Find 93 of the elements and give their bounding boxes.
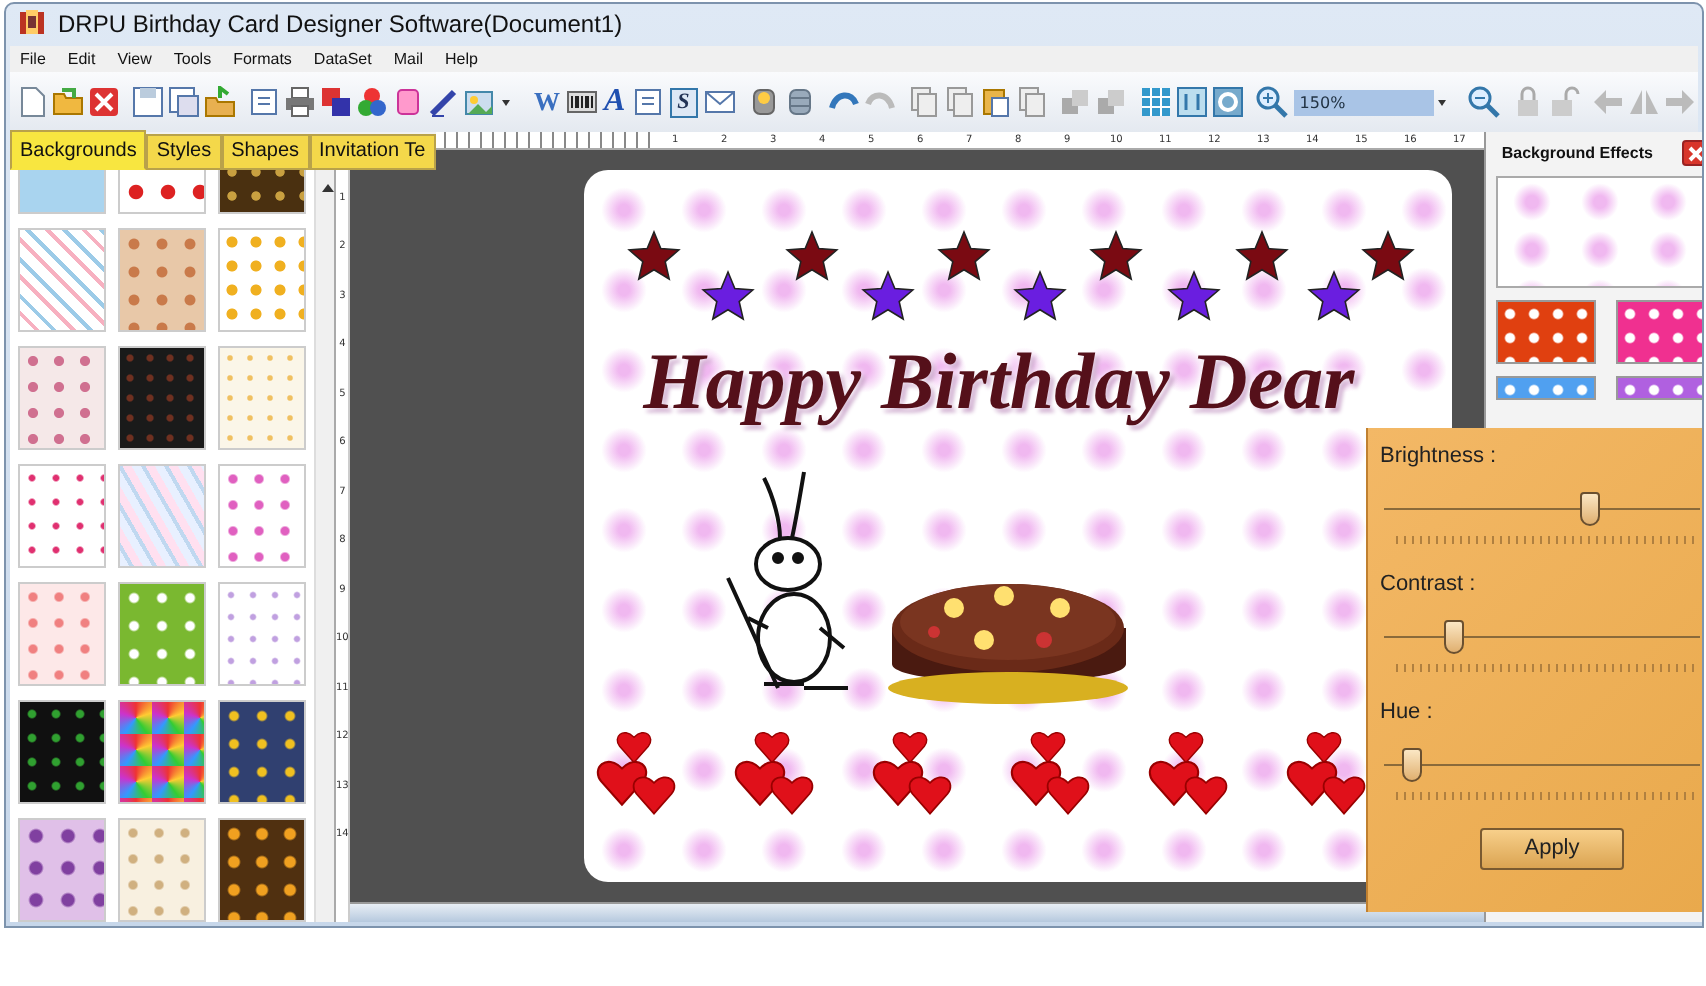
pattern-thumbnail[interactable] — [1495, 375, 1596, 400]
menu-item[interactable]: Edit — [57, 50, 108, 69]
menu-item[interactable]: DataSet — [303, 50, 384, 69]
star — [861, 269, 916, 321]
star — [701, 269, 756, 321]
pattern-thumbnail[interactable] — [18, 581, 106, 686]
arrange-icon[interactable] — [1059, 86, 1092, 119]
panel-title: Background Effects — [1499, 144, 1653, 163]
hearts-drawing — [1286, 732, 1366, 815]
folder-arrow-icon[interactable] — [204, 86, 236, 119]
hearts-drawing — [734, 732, 814, 815]
card-heading: Happy Birthday Dear — [643, 333, 1355, 428]
save-icon[interactable] — [132, 86, 164, 119]
tab[interactable]: Shapes — [221, 133, 310, 170]
window-title: DRPU Birthday Card Designer Software(Document1) — [58, 10, 623, 39]
hearts-drawing — [872, 732, 952, 815]
star — [1361, 229, 1416, 281]
menu-item[interactable]: View — [107, 50, 164, 69]
printer-icon[interactable] — [284, 86, 316, 119]
fit-page-icon[interactable] — [1211, 86, 1244, 119]
pattern-thumbnail[interactable] — [118, 581, 206, 686]
frame-icon[interactable] — [392, 86, 424, 119]
menu-item[interactable]: File — [10, 50, 58, 69]
page-icon[interactable] — [248, 86, 280, 119]
pattern-thumbnail[interactable] — [218, 345, 306, 450]
copy-icon[interactable] — [943, 86, 976, 119]
pattern-thumbnail[interactable] — [1615, 375, 1702, 400]
close-button[interactable] — [1681, 140, 1702, 167]
hearts-drawing — [596, 732, 676, 815]
page-icon[interactable] — [631, 86, 664, 119]
layers-icon[interactable] — [320, 86, 352, 119]
pattern-thumbnail[interactable] — [118, 699, 206, 804]
pen-icon[interactable] — [428, 86, 460, 119]
pattern-thumbnail[interactable] — [118, 227, 206, 332]
menu-item[interactable]: Help — [435, 50, 490, 69]
pattern-thumbnail[interactable] — [118, 345, 206, 450]
menu-item[interactable]: Mail — [383, 50, 435, 69]
copy-icon[interactable] — [1015, 86, 1048, 119]
star — [1307, 269, 1362, 321]
menu-item[interactable]: Tools — [163, 50, 224, 69]
tab[interactable]: Backgrounds — [10, 129, 147, 170]
zoom-in-icon[interactable] — [1255, 86, 1288, 119]
database-icon[interactable] — [747, 86, 780, 119]
save-as-icon[interactable] — [168, 86, 200, 119]
document-icon[interactable] — [16, 86, 48, 119]
star — [1013, 269, 1068, 321]
paste-icon[interactable] — [979, 86, 1012, 119]
pattern-thumbnail[interactable] — [218, 581, 306, 686]
hearts-drawing — [1010, 732, 1090, 815]
tab[interactable]: Styles — [146, 133, 222, 170]
text-tool-button[interactable]: A — [600, 86, 630, 119]
star — [937, 229, 992, 281]
grid-icon[interactable] — [1139, 86, 1172, 119]
pattern-thumbnail[interactable] — [1615, 299, 1702, 364]
barcode-icon[interactable] — [566, 86, 598, 119]
close-icon[interactable] — [88, 86, 120, 119]
slider-label: Hue : — [1380, 699, 1435, 728]
star — [627, 229, 682, 281]
star — [1089, 229, 1144, 281]
picture-icon[interactable] — [464, 86, 496, 119]
pattern-thumbnail[interactable] — [18, 699, 106, 804]
copy-icon[interactable] — [907, 86, 940, 119]
arrange-icon[interactable] — [1095, 86, 1128, 119]
zoom-field[interactable]: 150% — [1293, 89, 1434, 116]
star — [1235, 229, 1290, 281]
star — [1167, 269, 1222, 321]
pattern-thumbnail[interactable] — [18, 817, 106, 922]
pattern-thumbnail[interactable] — [118, 817, 206, 922]
pattern-thumbnail[interactable] — [118, 463, 206, 568]
menu-item[interactable]: Formats — [223, 50, 304, 69]
scrollbar[interactable] — [350, 901, 1484, 922]
text-tool-button[interactable]: W — [530, 86, 564, 119]
color-circles-icon[interactable] — [356, 86, 388, 119]
apply-button[interactable]: Apply — [1480, 827, 1624, 870]
pattern-thumbnail[interactable] — [1495, 299, 1596, 364]
pattern-thumbnail[interactable] — [218, 817, 306, 922]
actual-size-icon[interactable] — [1175, 86, 1208, 119]
zoom-out-icon[interactable] — [1467, 86, 1500, 119]
mail-icon[interactable] — [703, 86, 736, 119]
database-icon[interactable] — [783, 86, 816, 119]
text-tool-button[interactable]: S — [669, 87, 698, 118]
pattern-thumbnail[interactable] — [218, 463, 306, 568]
star — [785, 229, 840, 281]
pattern-thumbnail[interactable] — [218, 699, 306, 804]
tab[interactable]: Invitation Te — [309, 133, 436, 170]
pattern-thumbnail[interactable] — [18, 227, 106, 332]
pattern-thumbnail[interactable] — [218, 227, 306, 332]
folder-icon[interactable] — [52, 86, 84, 119]
app-icon — [18, 7, 46, 36]
unlock-icon[interactable] — [1547, 86, 1580, 119]
pattern-thumbnail[interactable] — [18, 463, 106, 568]
pattern-thumbnail[interactable] — [18, 345, 106, 450]
hearts-drawing — [1148, 732, 1228, 815]
